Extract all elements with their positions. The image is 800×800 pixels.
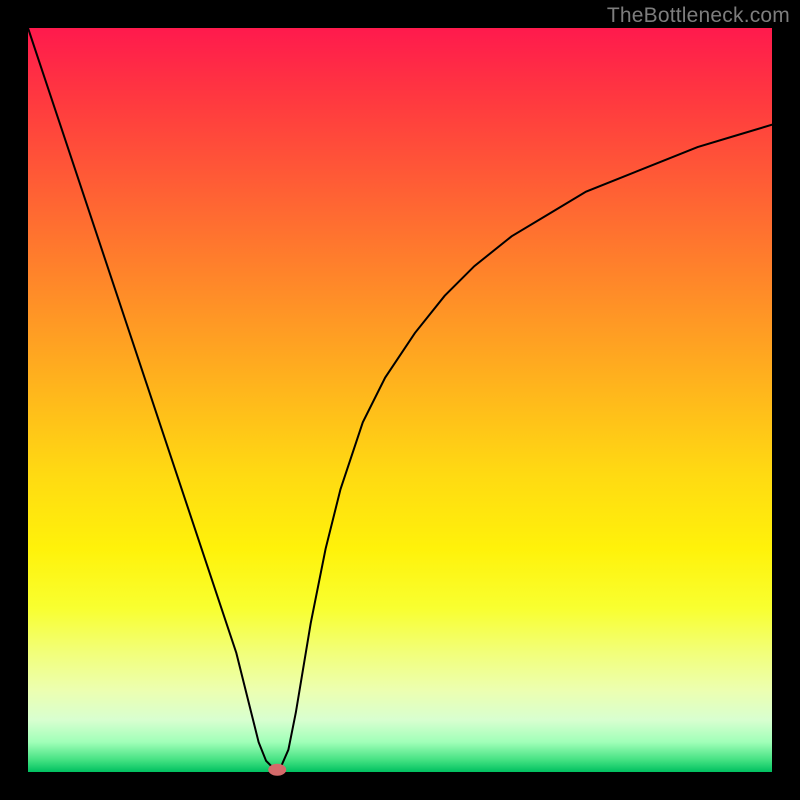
minimum-marker (268, 764, 286, 776)
watermark-text: TheBottleneck.com (607, 4, 790, 28)
gradient-plot-area (28, 28, 772, 772)
bottleneck-curve (28, 28, 772, 772)
outer-frame: TheBottleneck.com (0, 0, 800, 800)
curve-line (28, 28, 772, 770)
